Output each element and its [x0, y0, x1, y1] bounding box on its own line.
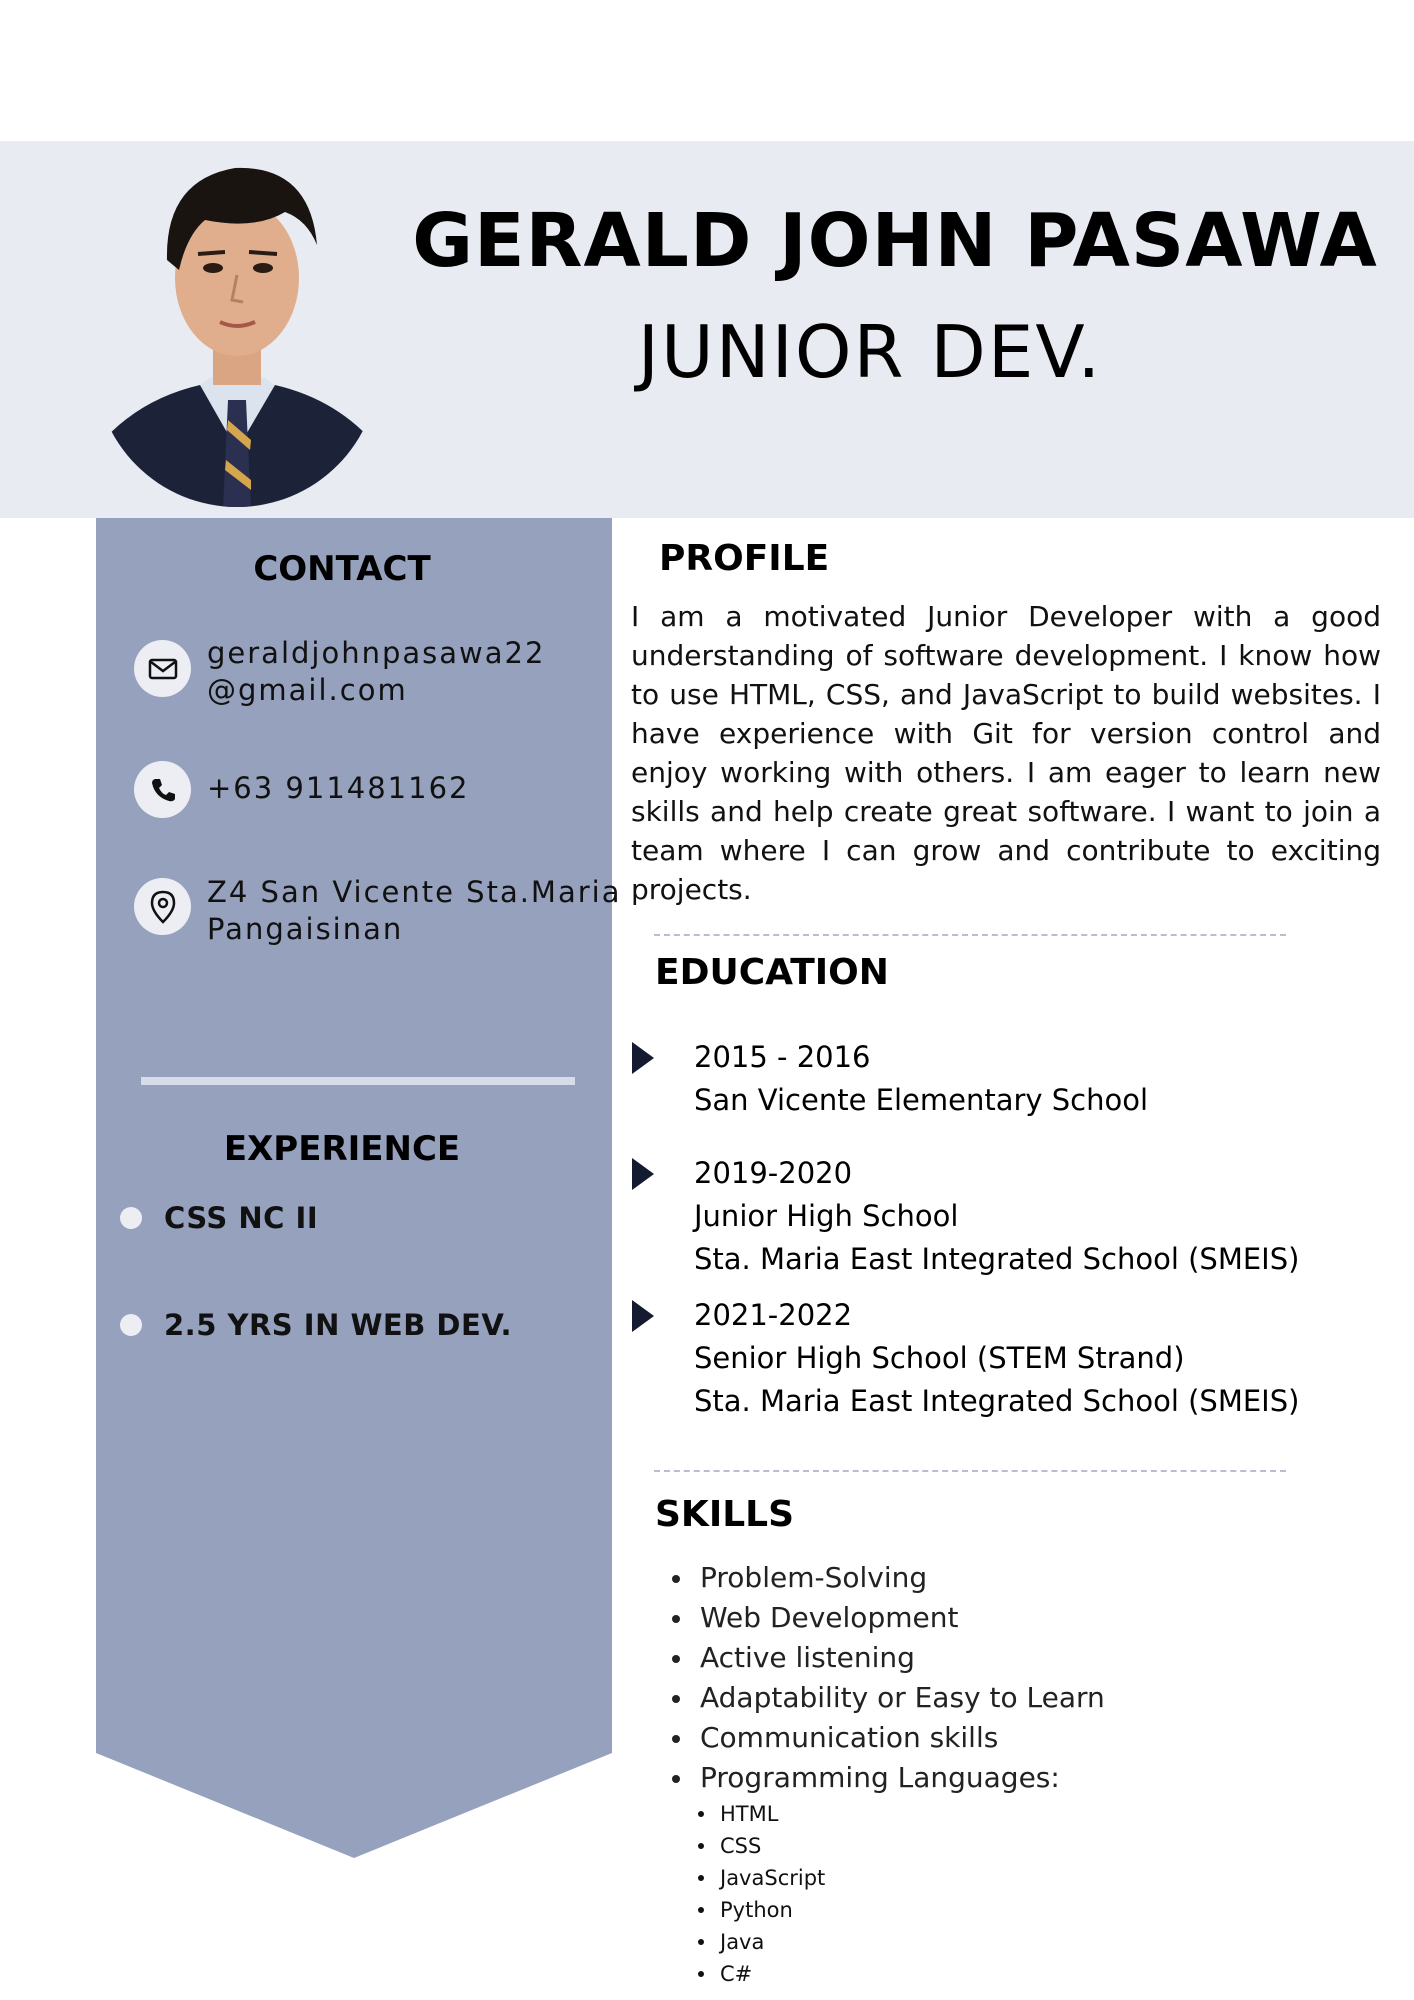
profile-heading: PROFILE [659, 538, 830, 579]
location-pin-icon [134, 878, 191, 935]
address-text: Z4 San Vicente Sta.Maria Pangaisinan [207, 875, 622, 946]
candidate-role: JUNIOR DEV. [637, 310, 1103, 394]
play-arrow-icon [632, 1158, 654, 1190]
profile-paragraph: I am a motivated Junior Developer with a… [631, 600, 1381, 906]
language-item: CSS [668, 1830, 1105, 1862]
bullet-dot-icon [120, 1314, 142, 1336]
education-school: Sta. Maria East Integrated School (SMEIS… [694, 1384, 1300, 1418]
phone-text: +63 911481162 [207, 771, 470, 805]
email-text: geraldjohnpasawa22 @gmail.com [207, 636, 546, 707]
contact-address: Z4 San Vicente Sta.Maria Pangaisinan [134, 875, 621, 948]
education-years: 2021-2022 [694, 1298, 853, 1332]
language-item: C# [668, 1958, 1105, 1990]
experience-heading: EXPERIENCE [223, 1129, 461, 1169]
contact-heading: CONTACT [253, 549, 431, 589]
play-arrow-icon [632, 1300, 654, 1332]
mail-icon [134, 640, 191, 697]
play-arrow-icon [632, 1042, 654, 1074]
section-divider [654, 1470, 1286, 1472]
skill-item: Programming Languages: [668, 1758, 1105, 1798]
phone-icon [134, 761, 191, 818]
sidebar-divider [141, 1077, 575, 1085]
skill-item: Communication skills [668, 1718, 1105, 1758]
language-item: HTML [668, 1798, 1105, 1830]
education-years: 2019-2020 [694, 1156, 853, 1190]
sidebar-panel [96, 518, 612, 1858]
education-school: Sta. Maria East Integrated School (SMEIS… [694, 1242, 1300, 1276]
skill-item: Problem-Solving [668, 1558, 1105, 1598]
language-item: Python [668, 1894, 1105, 1926]
education-years: 2015 - 2016 [694, 1040, 871, 1074]
skills-heading: SKILLS [655, 1494, 795, 1535]
bullet-dot-icon [120, 1207, 142, 1229]
contact-email[interactable]: geraldjohnpasawa22 @gmail.com [134, 636, 545, 709]
skill-item: Adaptability or Easy to Learn [668, 1678, 1105, 1718]
experience-item: 2.5 YRS IN WEB DEV. [120, 1308, 512, 1342]
profile-photo [95, 150, 380, 507]
education-school: San Vicente Elementary School [694, 1083, 1149, 1117]
candidate-name: GERALD JOHN PASAWA [412, 198, 1378, 284]
education-heading: EDUCATION [655, 952, 889, 993]
language-item: Java [668, 1926, 1105, 1958]
language-item: JavaScript [668, 1862, 1105, 1894]
contact-phone[interactable]: +63 911481162 [134, 761, 469, 818]
skill-item: Active listening [668, 1638, 1105, 1678]
skill-item: Web Development [668, 1598, 1105, 1638]
section-divider [654, 934, 1286, 936]
skills-list: Problem-Solving Web Development Active l… [668, 1558, 1105, 1990]
education-level: Junior High School [694, 1199, 959, 1233]
education-level: Senior High School (STEM Strand) [694, 1341, 1185, 1375]
experience-item: CSS NC II [120, 1201, 318, 1235]
